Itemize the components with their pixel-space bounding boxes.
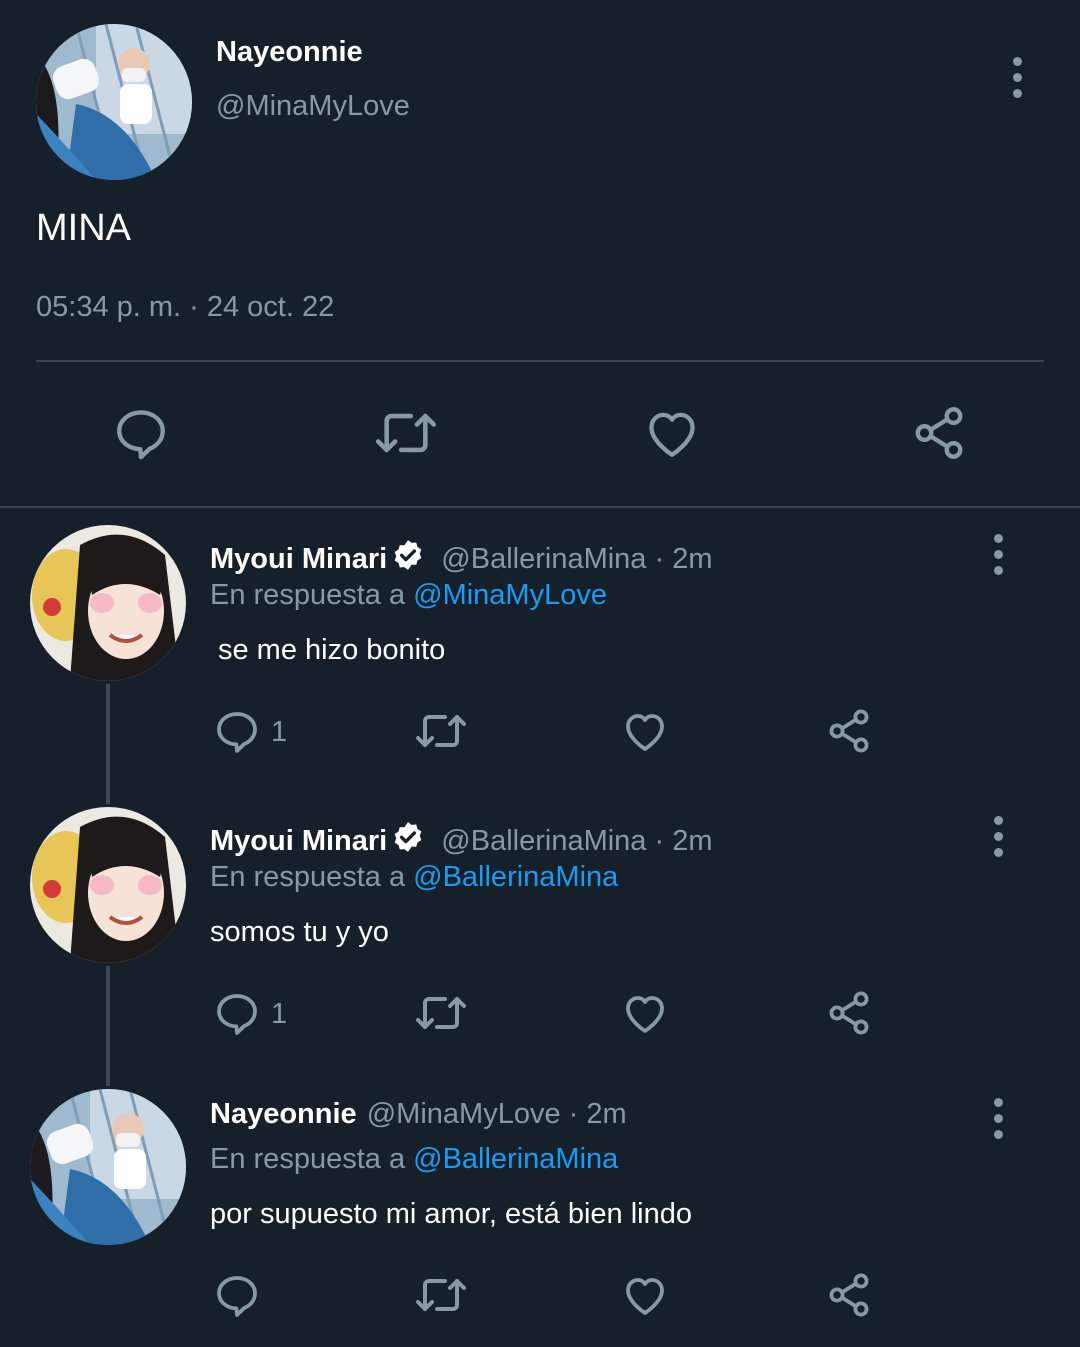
more-options-icon[interactable] (990, 816, 1006, 857)
share-icon[interactable] (910, 404, 968, 462)
time: · 2m (654, 825, 713, 857)
timestamp[interactable]: 05:34 p. m. · 24 oct. 22 (36, 291, 334, 324)
share-icon[interactable] (825, 989, 873, 1037)
reply-header: Nayeonnie @MinaMyLove · 2m (210, 1098, 627, 1131)
thread-line (106, 684, 110, 804)
verified-badge-icon (391, 820, 425, 862)
reply-context: En respuesta a @BallerinaMina (210, 861, 618, 894)
tweet-text: MINA (36, 207, 131, 249)
reply-count: 1 (271, 716, 288, 748)
reply-icon[interactable] (213, 1271, 261, 1319)
mention-link[interactable]: @BallerinaMina (413, 1143, 618, 1175)
handle[interactable]: @MinaMyLove (216, 90, 410, 123)
avatar[interactable] (30, 525, 186, 681)
verified-badge-icon (391, 538, 425, 580)
mention-link[interactable]: @MinaMyLove (413, 579, 607, 611)
divider (36, 360, 1044, 362)
time: · 2m (654, 543, 713, 575)
handle[interactable]: @MinaMyLove (367, 1098, 561, 1130)
retweet-icon[interactable] (372, 404, 440, 462)
reply-prefix: En respuesta a (210, 861, 406, 893)
share-icon[interactable] (825, 707, 873, 755)
tweet-text: somos tu y yo (210, 916, 389, 948)
display-name[interactable]: Nayeonnie (210, 1098, 357, 1130)
handle[interactable]: @BallerinaMina (441, 825, 646, 857)
retweet-icon[interactable] (412, 707, 470, 755)
reply-prefix: En respuesta a (210, 1143, 406, 1175)
avatar-photo (36, 24, 192, 180)
more-options-icon[interactable] (990, 1098, 1006, 1139)
avatar-photo (30, 1089, 186, 1245)
more-options-icon[interactable] (990, 534, 1006, 575)
mention-link[interactable]: @BallerinaMina (413, 861, 618, 893)
more-options-icon[interactable] (1009, 57, 1025, 98)
like-icon[interactable] (620, 707, 670, 755)
like-icon[interactable] (620, 1271, 670, 1319)
reply-prefix: En respuesta a (210, 579, 406, 611)
retweet-icon[interactable] (412, 1271, 470, 1319)
reply-icon[interactable] (112, 404, 170, 462)
handle[interactable]: @BallerinaMina (441, 543, 646, 575)
tweet-text: se me hizo bonito (218, 634, 446, 666)
avatar[interactable] (30, 1089, 186, 1245)
reply-count: 1 (271, 998, 288, 1030)
time: · 2m (568, 1098, 627, 1130)
reply-header: Myoui Minari @BallerinaMina · 2m (210, 820, 713, 862)
section-divider (0, 506, 1080, 508)
avatar[interactable] (30, 807, 186, 963)
share-icon[interactable] (825, 1271, 873, 1319)
reply-context: En respuesta a @BallerinaMina (210, 1143, 618, 1176)
display-name[interactable]: Nayeonnie (216, 36, 363, 69)
reply-context: En respuesta a @MinaMyLove (210, 579, 607, 612)
like-icon[interactable] (620, 989, 670, 1037)
thread-line (106, 966, 110, 1086)
retweet-icon[interactable] (412, 989, 470, 1037)
avatar[interactable] (36, 24, 192, 180)
avatar-photo (30, 525, 186, 681)
reply-icon[interactable] (213, 989, 261, 1037)
reply-icon[interactable] (213, 707, 261, 755)
tweet-text: por supuesto mi amor, está bien lindo (210, 1198, 692, 1230)
display-name[interactable]: Myoui Minari (210, 825, 387, 857)
like-icon[interactable] (642, 404, 702, 462)
reply-header: Myoui Minari @BallerinaMina · 2m (210, 538, 713, 580)
display-name[interactable]: Myoui Minari (210, 543, 387, 575)
avatar-photo (30, 807, 186, 963)
